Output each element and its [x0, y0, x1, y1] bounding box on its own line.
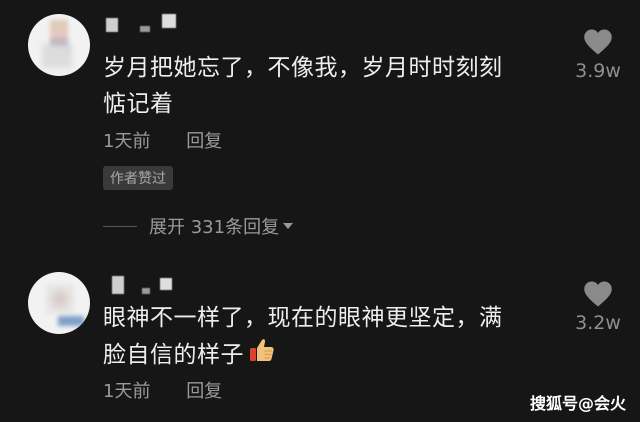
like-button[interactable]: 3.2w: [568, 280, 628, 334]
thumbs-up-emoji: [248, 336, 276, 375]
caret-down-icon: [283, 223, 294, 229]
comment-text-line: 惦记着: [103, 91, 174, 117]
avatar[interactable]: [28, 14, 90, 76]
like-count: 3.9w: [575, 60, 621, 82]
avatar-blur-detail: [46, 284, 74, 314]
comment-meta: 1天前 回复: [103, 127, 222, 153]
comment-list-screen: 岁月把她忘了，不像我，岁月时时刻刻 惦记着 1天前 回复 作者赞过 3.9w 展…: [0, 0, 640, 422]
comment-item-1: 岁月把她忘了，不像我，岁月时时刻刻 惦记着 1天前 回复 作者赞过 3.9w: [0, 0, 640, 200]
reply-button[interactable]: 回复: [186, 131, 222, 152]
expand-replies-button[interactable]: 展开 331条回复: [103, 214, 294, 238]
username-blurred[interactable]: [100, 270, 200, 294]
avatar[interactable]: [28, 272, 90, 334]
comment-text-line: 岁月把她忘了，不像我，岁月时时刻刻: [103, 55, 503, 81]
divider-line: [103, 225, 137, 227]
heart-icon: [584, 29, 612, 55]
reply-button[interactable]: 回复: [186, 381, 222, 402]
expand-replies-label: 展开 331条回复: [149, 217, 280, 238]
like-button[interactable]: 3.9w: [568, 28, 628, 82]
comment-time: 1天前: [103, 381, 151, 402]
comment-text-line: 眼神不一样了，现在的眼神更坚定，满: [103, 305, 503, 331]
like-count: 3.2w: [575, 312, 621, 334]
watermark: 搜狐号@会火: [529, 394, 626, 413]
avatar-blur-detail: [58, 316, 84, 326]
comment-text-line: 脸自信的样子: [103, 336, 563, 375]
comment-text: 岁月把她忘了，不像我，岁月时时刻刻 惦记着: [103, 50, 563, 122]
heart-icon: [584, 281, 612, 307]
avatar-blur-detail: [42, 44, 72, 68]
author-liked-badge: 作者赞过: [103, 166, 173, 190]
comment-text: 眼神不一样了，现在的眼神更坚定，满 脸自信的样子: [103, 300, 563, 375]
comment-time: 1天前: [103, 131, 151, 152]
username-blurred[interactable]: [100, 10, 200, 32]
comment-meta: 1天前 回复: [103, 377, 222, 403]
comment-text-fragment: 脸自信的样子: [103, 342, 244, 368]
